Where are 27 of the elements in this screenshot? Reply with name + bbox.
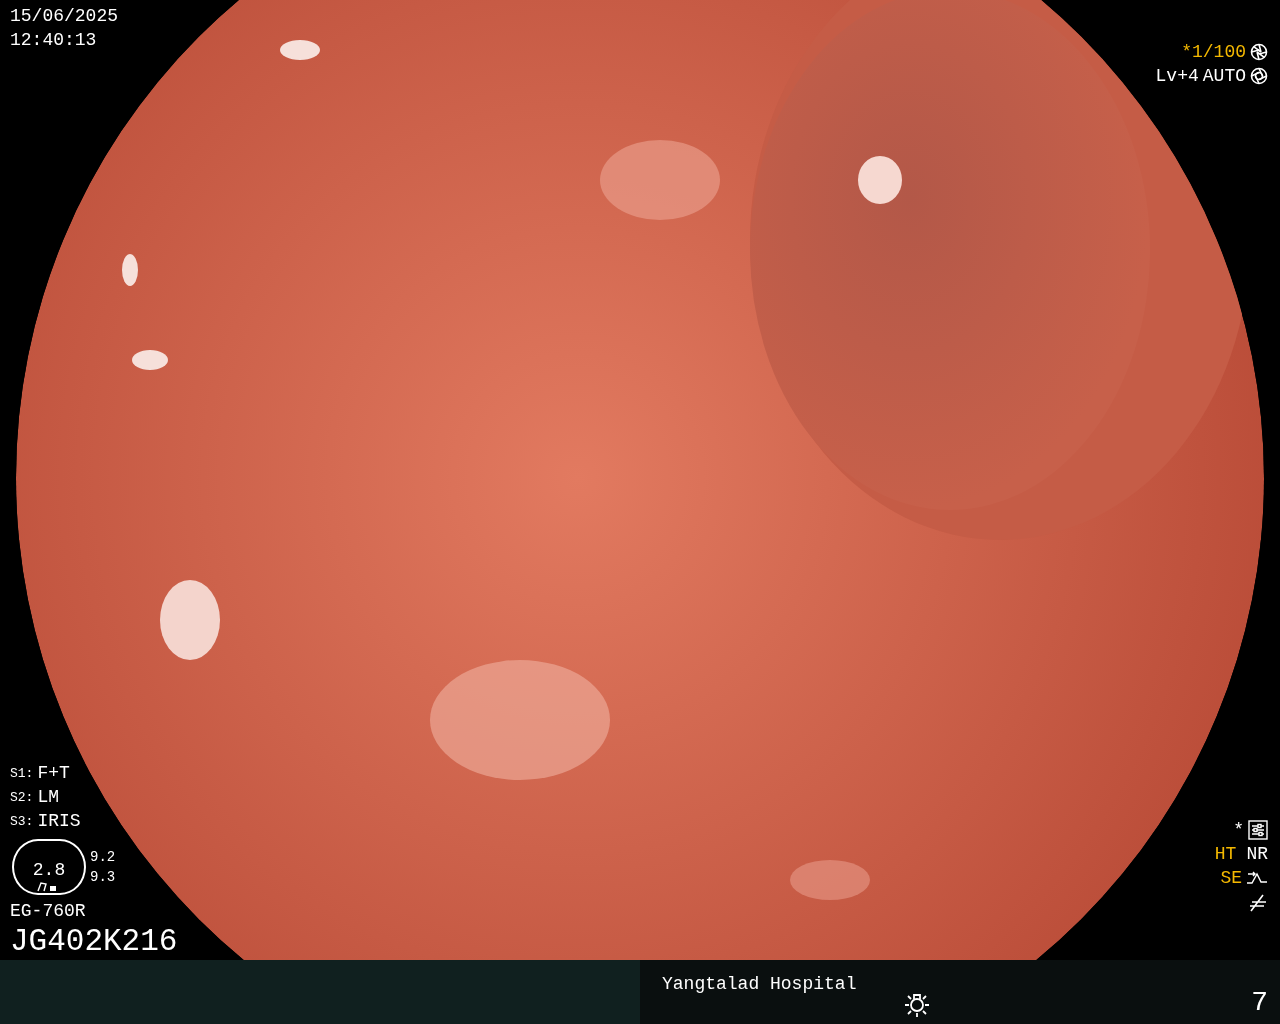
scope-serial: JG402K216 [10,923,178,960]
enhancement-mode: NR [1246,843,1268,866]
switch-label: S3: [10,812,34,831]
zoom-reading: 9.2 [90,848,116,867]
switch-label: S2: [10,788,34,807]
zoom-reading: 9.3 [90,868,116,887]
iris-icon [1250,67,1268,85]
enhancement-mode: SE [1220,867,1242,890]
switch-value: IRIS [37,810,81,833]
scope-model: EG-760R [10,900,86,923]
shutter-speed: *1/100 [1181,41,1246,64]
light-level: Lv+4 [1155,65,1199,88]
enhancement-mode: HT [1214,843,1237,866]
switch-value: LM [37,786,59,809]
hospital-name: Yangtalad Hospital [662,973,858,996]
marker-text: * [1233,819,1244,842]
slash-icon [1248,894,1268,912]
time-text: 12:40:13 [10,29,97,52]
zoom-value: 2.8 [32,859,66,882]
switch-label: S1: [10,764,34,783]
settings-icon [1248,820,1268,840]
page-number: 7 [1251,986,1268,1020]
curve-icon [1246,870,1268,886]
switch-value: F+T [37,762,70,785]
exposure-mode: AUTO [1202,65,1246,88]
aperture-icon [1250,43,1268,61]
date-text: 15/06/2025 [10,5,119,28]
